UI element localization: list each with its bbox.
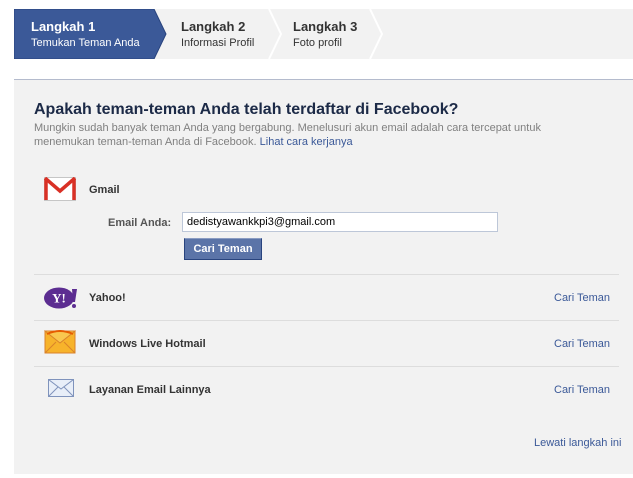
step-2-title: Langkah 2: [181, 19, 246, 34]
separator: [34, 274, 619, 275]
other-email-label: Layanan Email Lainnya: [89, 384, 211, 396]
step-3-subtitle: Foto profil: [293, 37, 342, 49]
envelope-icon: [48, 379, 74, 400]
step-3-title: Langkah 3: [293, 19, 358, 34]
step-progress-bar: Langkah 1 Temukan Teman Anda Langkah 2 I…: [14, 9, 633, 59]
step-1-title: Langkah 1: [31, 19, 96, 34]
find-friends-button[interactable]: Cari Teman: [184, 238, 262, 260]
yahoo-label: Yahoo!: [89, 292, 126, 304]
email-label: Email Anda:: [108, 217, 172, 229]
hotmail-icon: [43, 330, 77, 357]
gmail-label: Gmail: [89, 184, 120, 196]
page-description: Mungkin sudah banyak teman Anda yang ber…: [34, 121, 594, 149]
hotmail-label: Windows Live Hotmail: [89, 338, 206, 350]
step-3: Langkah 3 Foto profil: [276, 9, 406, 59]
email-input[interactable]: [182, 212, 498, 232]
other-email-find-friends-link[interactable]: Cari Teman: [554, 384, 610, 396]
how-it-works-link[interactable]: Lihat cara kerjanya: [260, 136, 353, 148]
page-title: Apakah teman-teman Anda telah terdaftar …: [34, 101, 459, 118]
hotmail-find-friends-link[interactable]: Cari Teman: [554, 338, 610, 350]
gmail-icon: [43, 176, 77, 204]
step-2: Langkah 2 Informasi Profil: [164, 9, 294, 59]
step-1-subtitle: Temukan Teman Anda: [31, 37, 140, 49]
yahoo-icon: Y!: [44, 287, 78, 312]
step-2-subtitle: Informasi Profil: [181, 37, 255, 49]
find-friends-panel: Apakah teman-teman Anda telah terdaftar …: [14, 80, 633, 474]
yahoo-find-friends-link[interactable]: Cari Teman: [554, 292, 610, 304]
separator: [34, 366, 619, 367]
skip-step-link[interactable]: Lewati langkah ini: [534, 437, 621, 449]
step-1: Langkah 1 Temukan Teman Anda: [14, 9, 184, 59]
separator: [34, 320, 619, 321]
svg-text:Y!: Y!: [52, 291, 66, 306]
